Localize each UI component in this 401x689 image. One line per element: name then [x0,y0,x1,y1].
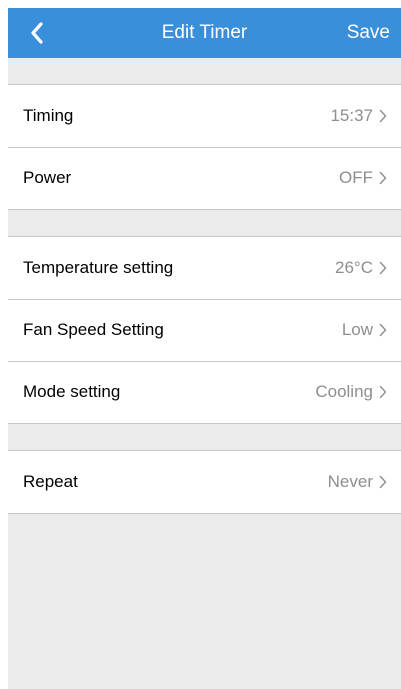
edit-timer-screen: Edit Timer Save Timing 15:37 Power OFF T… [8,8,401,689]
row-label: Power [23,168,72,187]
timing-row[interactable]: Timing 15:37 [8,85,401,147]
row-label: Timing [23,106,74,125]
row-label: Fan Speed Setting [23,320,164,339]
settings-group-timing: Timing 15:37 Power OFF [8,85,401,210]
row-value: 26°C [335,258,373,277]
row-value: Never [327,472,373,491]
row-value: 15:37 [330,106,373,125]
settings-group-climate: Temperature setting 26°C Fan Speed Setti… [8,237,401,424]
chevron-right-icon [379,261,387,275]
section-spacer [8,210,401,237]
chevron-right-icon [379,475,387,489]
chevron-right-icon [379,171,387,185]
save-button[interactable]: Save [347,8,390,58]
repeat-row[interactable]: Repeat Never [8,451,401,513]
page-title: Edit Timer [161,22,248,43]
mode-setting-row[interactable]: Mode setting Cooling [8,361,401,423]
chevron-right-icon [379,323,387,337]
section-spacer [8,424,401,451]
nav-bar: Edit Timer Save [8,8,401,58]
row-value: OFF [339,168,373,187]
settings-group-repeat: Repeat Never [8,451,401,514]
row-label: Repeat [23,472,78,491]
power-row[interactable]: Power OFF [8,147,401,209]
row-label: Temperature setting [23,258,174,277]
temperature-setting-row[interactable]: Temperature setting 26°C [8,237,401,299]
chevron-right-icon [379,385,387,399]
section-spacer [8,58,401,85]
row-value: Cooling [315,382,373,401]
chevron-right-icon [379,109,387,123]
row-label: Mode setting [23,382,121,401]
row-value: Low [341,320,373,339]
fan-speed-setting-row[interactable]: Fan Speed Setting Low [8,299,401,361]
